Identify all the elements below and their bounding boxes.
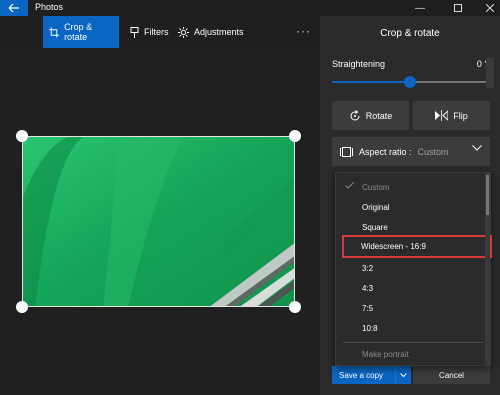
menu-scrollbar[interactable] — [485, 173, 490, 365]
back-arrow-icon — [9, 4, 19, 12]
menu-item-label: Original — [362, 202, 390, 212]
tab-adjustments-label: Adjustments — [194, 27, 244, 37]
save-options-button[interactable] — [395, 366, 411, 384]
menu-item-label: 3:2 — [362, 263, 374, 273]
menu-item-7-5[interactable]: 7:5 — [336, 298, 486, 318]
crop-handle-bottom-left[interactable] — [16, 301, 28, 313]
chevron-down-icon — [472, 145, 482, 151]
menu-item-label: Square — [362, 222, 388, 232]
cancel-label: Cancel — [439, 370, 464, 380]
menu-item-label: Widescreen - 16:9 — [361, 242, 426, 251]
close-button[interactable] — [474, 0, 500, 16]
more-options-button[interactable]: ··· — [296, 24, 311, 38]
crop-handle-top-left[interactable] — [16, 130, 28, 142]
aspect-ratio-menu: Custom Original Square Widescreen - 16:9… — [335, 172, 492, 366]
menu-item-square[interactable]: Square — [336, 217, 486, 237]
tab-adjustments[interactable]: Adjustments — [172, 16, 250, 48]
aspect-ratio-icon — [340, 146, 353, 157]
canvas — [0, 48, 320, 395]
maximize-icon — [454, 4, 462, 12]
tab-filters-label: Filters — [144, 27, 169, 37]
flip-button[interactable]: Flip — [413, 101, 490, 130]
menu-item-10-8[interactable]: 10:8 — [336, 318, 486, 338]
tab-crop-rotate-label: Crop & rotate — [64, 22, 93, 42]
straightening-label: Straightening — [332, 59, 386, 69]
aspect-ratio-dropdown[interactable]: Aspect ratio : Custom — [332, 137, 490, 166]
crop-handle-bottom-right[interactable] — [289, 301, 301, 313]
menu-item-widescreen[interactable]: Widescreen - 16:9 — [342, 235, 492, 258]
menu-item-original[interactable]: Original — [336, 197, 486, 217]
panel-title: Crop & rotate — [380, 28, 440, 39]
tab-crop-rotate[interactable]: Crop & rotate — [43, 16, 119, 48]
close-icon — [486, 4, 494, 12]
slider-fill — [332, 81, 410, 83]
menu-item-label: 7:5 — [362, 303, 374, 313]
slider-thumb[interactable] — [404, 76, 416, 88]
adjustments-icon — [178, 26, 189, 38]
crop-icon — [49, 26, 60, 38]
save-copy-button[interactable]: Save a copy — [332, 366, 395, 384]
toolbar: Crop & rotate Filters Adjustments ··· — [0, 16, 320, 48]
flip-icon — [435, 110, 449, 121]
minimize-button[interactable]: — — [404, 0, 436, 16]
save-copy-label: Save a copy — [339, 370, 384, 380]
rotate-icon — [350, 109, 360, 120]
title-bar: Photos — — [0, 0, 500, 16]
chevron-down-icon — [400, 373, 407, 377]
rotate-label: Rotate — [365, 110, 393, 121]
aspect-ratio-label: Aspect ratio : — [359, 146, 412, 157]
rotate-button[interactable]: Rotate — [332, 101, 409, 130]
menu-scrollbar-thumb[interactable] — [486, 175, 489, 215]
menu-item-label: Make portrait — [362, 349, 409, 359]
maximize-button[interactable] — [442, 0, 474, 16]
menu-item-custom[interactable]: Custom — [336, 177, 486, 197]
aspect-ratio-current: Custom — [417, 146, 449, 157]
menu-separator — [343, 342, 483, 343]
menu-item-label: Custom — [362, 182, 390, 192]
menu-item-4-3[interactable]: 4:3 — [336, 278, 486, 298]
flip-label: Flip — [453, 110, 468, 121]
menu-item-label: 4:3 — [362, 283, 374, 293]
app-title: Photos — [35, 2, 64, 12]
menu-item-make-portrait[interactable]: Make portrait — [336, 344, 486, 364]
filters-icon — [130, 26, 139, 38]
crop-handle-top-right[interactable] — [289, 130, 301, 142]
minimize-icon: — — [415, 2, 425, 14]
photo[interactable] — [22, 136, 295, 307]
back-button[interactable] — [0, 0, 28, 16]
menu-item-label: 10:8 — [362, 323, 378, 333]
checkmark-icon — [345, 182, 354, 189]
cancel-button[interactable]: Cancel — [413, 366, 490, 384]
photo-image — [23, 137, 294, 306]
panel-scrollbar[interactable] — [486, 58, 494, 88]
menu-item-3-2[interactable]: 3:2 — [336, 258, 486, 278]
tab-filters[interactable]: Filters — [124, 16, 175, 48]
